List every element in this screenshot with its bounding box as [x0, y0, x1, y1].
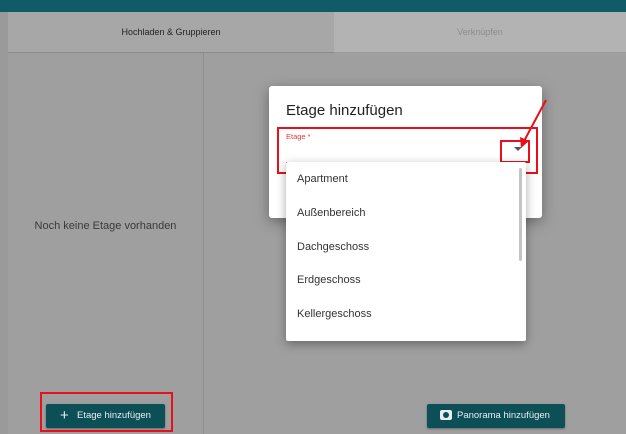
option-apartment[interactable]: Apartment [297, 173, 348, 185]
floor-options-menu: Apartment Außenbereich Dachgeschoss Erdg… [286, 162, 526, 341]
option-basement[interactable]: Kellergeschoss [297, 308, 372, 320]
option-ground-floor[interactable]: Erdgeschoss [297, 274, 361, 286]
menu-scrollbar[interactable] [519, 168, 522, 261]
option-outdoor[interactable]: Außenbereich [297, 207, 366, 219]
option-attic[interactable]: Dachgeschoss [297, 241, 369, 253]
